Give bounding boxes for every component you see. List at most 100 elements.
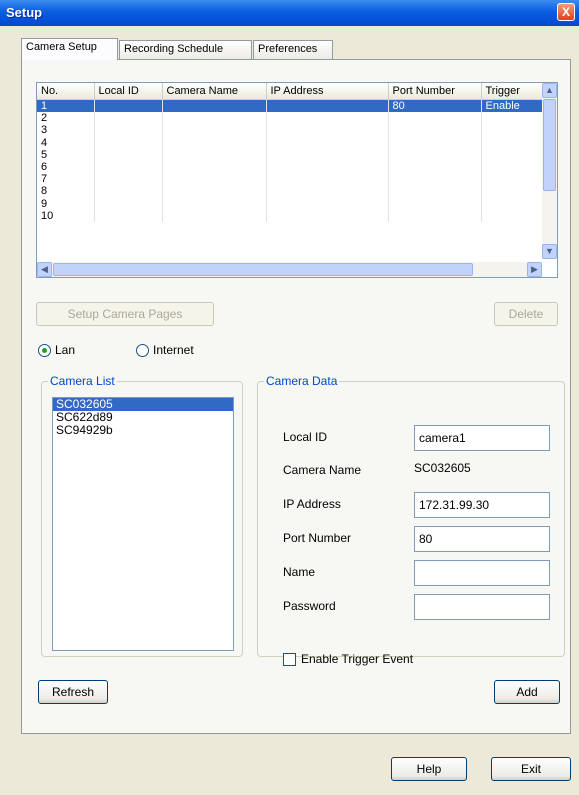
ip-address-field[interactable]: 172.31.99.30 bbox=[414, 492, 550, 518]
cell-ip-address bbox=[266, 173, 389, 186]
cell-camera-name bbox=[162, 185, 267, 198]
cell-local-id bbox=[94, 197, 163, 210]
cell-camera-name bbox=[162, 148, 267, 161]
camera-name-label: Camera Name bbox=[283, 463, 362, 477]
cell-ip-address bbox=[266, 136, 389, 149]
scroll-right-icon[interactable]: ▶ bbox=[527, 262, 542, 277]
cell-local-id bbox=[94, 124, 163, 137]
cell-local-id bbox=[94, 136, 163, 149]
cell-local-id bbox=[94, 148, 163, 161]
cell-local-id bbox=[94, 99, 163, 113]
cell-no: 7 bbox=[37, 173, 95, 186]
table-row[interactable]: 3 bbox=[37, 124, 543, 137]
local-id-label: Local ID bbox=[283, 430, 328, 444]
name-field[interactable] bbox=[414, 560, 550, 586]
delete-button[interactable]: Delete bbox=[494, 302, 558, 326]
table-row[interactable]: 5 bbox=[37, 148, 543, 161]
refresh-button[interactable]: Refresh bbox=[38, 680, 108, 704]
cell-trigger bbox=[481, 209, 543, 222]
cell-camera-name bbox=[162, 209, 267, 222]
tab-recording-schedule[interactable]: Recording Schedule bbox=[119, 40, 252, 59]
close-button[interactable]: X bbox=[557, 3, 575, 21]
horizontal-scroll-thumb[interactable] bbox=[53, 263, 473, 276]
cell-local-id bbox=[94, 209, 163, 222]
lan-radio-dot[interactable] bbox=[38, 344, 51, 357]
help-button[interactable]: Help bbox=[391, 757, 467, 781]
table-row[interactable]: 1 80 Enable bbox=[37, 99, 543, 113]
col-trigger[interactable]: Trigger bbox=[481, 83, 543, 100]
list-item[interactable]: SC94929b bbox=[53, 424, 233, 437]
table-row[interactable]: 2 bbox=[37, 112, 543, 125]
port-number-field[interactable]: 80 bbox=[414, 526, 550, 552]
cell-camera-name bbox=[162, 99, 267, 113]
add-button[interactable]: Add bbox=[494, 680, 560, 704]
col-ip-address[interactable]: IP Address bbox=[266, 83, 389, 100]
cell-port-number bbox=[388, 136, 482, 149]
cell-local-id bbox=[94, 173, 163, 186]
col-port-number[interactable]: Port Number bbox=[388, 83, 482, 100]
cell-camera-name bbox=[162, 136, 267, 149]
setup-camera-pages-button[interactable]: Setup Camera Pages bbox=[36, 302, 214, 326]
table-row[interactable]: 8 bbox=[37, 185, 543, 198]
password-label: Password bbox=[283, 599, 336, 613]
cell-trigger bbox=[481, 185, 543, 198]
internet-radio-dot[interactable] bbox=[136, 344, 149, 357]
camera-list-legend: Camera List bbox=[48, 374, 117, 388]
scroll-down-icon[interactable]: ▼ bbox=[542, 244, 557, 259]
name-label: Name bbox=[283, 565, 316, 579]
cell-trigger bbox=[481, 160, 543, 174]
cell-ip-address bbox=[266, 209, 389, 222]
cell-ip-address bbox=[266, 185, 389, 198]
grid-horizontal-scrollbar[interactable]: ◀ ▶ bbox=[37, 262, 542, 277]
cell-ip-address bbox=[266, 99, 389, 113]
cell-local-id bbox=[94, 112, 163, 125]
cell-no: 4 bbox=[37, 136, 95, 149]
title-bar[interactable]: Setup X bbox=[0, 0, 579, 26]
table-row[interactable]: 7 bbox=[37, 173, 543, 186]
cell-port-number: 80 bbox=[388, 99, 482, 113]
grid-vertical-scrollbar[interactable]: ▲ ▼ bbox=[542, 83, 557, 259]
camera-grid[interactable]: No. Local ID Camera Name IP Address Port… bbox=[36, 82, 558, 278]
cell-port-number bbox=[388, 185, 482, 198]
grid-header-row: No. Local ID Camera Name IP Address Port… bbox=[37, 83, 543, 100]
cell-no: 1 bbox=[37, 99, 95, 113]
cell-no: 3 bbox=[37, 124, 95, 137]
cell-port-number bbox=[388, 148, 482, 161]
password-field[interactable] bbox=[414, 594, 550, 620]
col-no[interactable]: No. bbox=[37, 83, 95, 100]
local-id-field[interactable]: camera1 bbox=[414, 425, 550, 451]
tab-camera-setup[interactable]: Camera Setup bbox=[21, 38, 118, 60]
table-row[interactable]: 6 bbox=[37, 160, 543, 174]
scroll-left-icon[interactable]: ◀ bbox=[37, 262, 52, 277]
cell-port-number bbox=[388, 173, 482, 186]
camera-listbox[interactable]: SC032605 SC622d89 SC94929b bbox=[52, 397, 234, 651]
cell-no: 2 bbox=[37, 112, 95, 125]
cell-ip-address bbox=[266, 112, 389, 125]
tab-preferences[interactable]: Preferences bbox=[253, 40, 333, 59]
cell-trigger bbox=[481, 136, 543, 149]
cell-no: 8 bbox=[37, 185, 95, 198]
cell-trigger bbox=[481, 173, 543, 186]
exit-button[interactable]: Exit bbox=[491, 757, 571, 781]
enable-trigger-checkbox[interactable] bbox=[283, 653, 296, 666]
table-row[interactable]: 10 bbox=[37, 209, 543, 222]
internet-radio-label: Internet bbox=[153, 343, 194, 357]
camera-name-value: SC032605 bbox=[414, 461, 471, 475]
window-title: Setup bbox=[6, 5, 43, 20]
scroll-up-icon[interactable]: ▲ bbox=[542, 83, 557, 98]
vertical-scroll-thumb[interactable] bbox=[543, 99, 556, 191]
cell-ip-address bbox=[266, 124, 389, 137]
cell-port-number bbox=[388, 160, 482, 174]
port-number-label: Port Number bbox=[283, 531, 352, 545]
cell-trigger bbox=[481, 148, 543, 161]
cell-port-number bbox=[388, 209, 482, 222]
cell-local-id bbox=[94, 160, 163, 174]
col-camera-name[interactable]: Camera Name bbox=[162, 83, 267, 100]
cell-trigger bbox=[481, 197, 543, 210]
cell-port-number bbox=[388, 197, 482, 210]
enable-trigger-label: Enable Trigger Event bbox=[301, 652, 414, 666]
col-local-id[interactable]: Local ID bbox=[94, 83, 163, 100]
table-row[interactable]: 9 bbox=[37, 197, 543, 210]
lan-radio-label: Lan bbox=[55, 343, 76, 357]
table-row[interactable]: 4 bbox=[37, 136, 543, 149]
